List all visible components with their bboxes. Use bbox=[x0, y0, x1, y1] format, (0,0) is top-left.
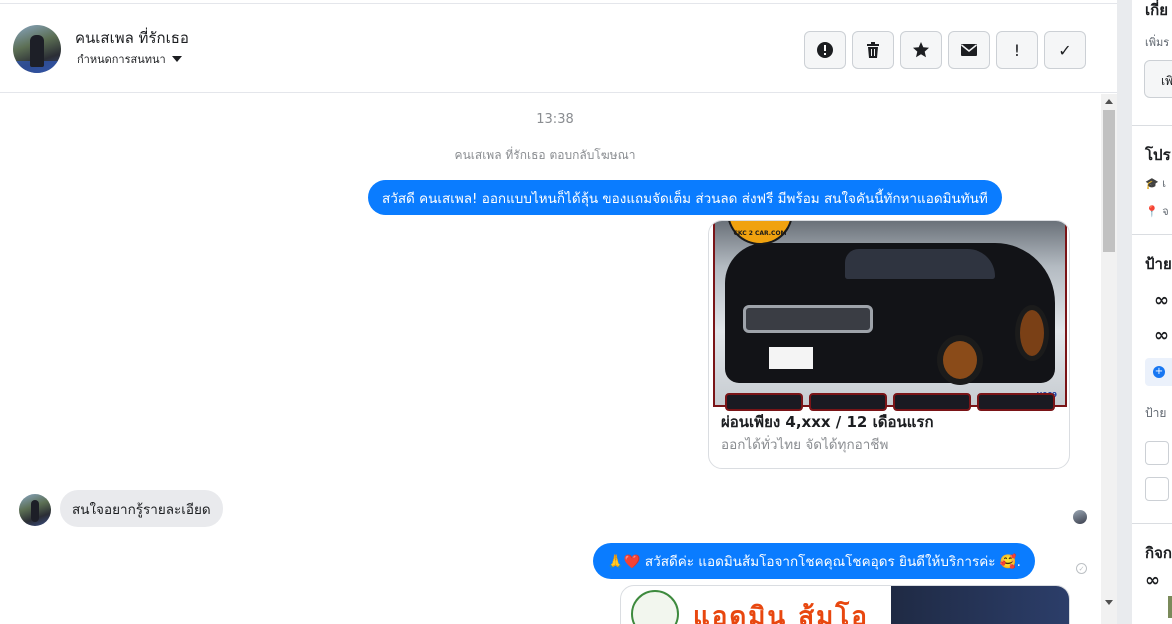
car-image: CKC 2 CAR.COM H069 bbox=[713, 221, 1067, 411]
logo-seal bbox=[631, 590, 679, 624]
star-button[interactable] bbox=[900, 31, 942, 69]
details-section-sub: เพิ่มร bbox=[1145, 36, 1170, 49]
tag-checkbox[interactable] bbox=[1145, 441, 1169, 465]
details-section-title: เกี่ย bbox=[1145, 1, 1168, 19]
location-row: 📍 จ bbox=[1145, 202, 1169, 220]
assign-label: กำหนดการสนทนา bbox=[77, 53, 166, 66]
scroll-up-icon[interactable] bbox=[1105, 99, 1113, 104]
seen-avatar bbox=[1073, 510, 1087, 524]
contact-avatar[interactable] bbox=[13, 25, 61, 73]
important-button[interactable]: ! bbox=[996, 31, 1038, 69]
mark-unread-button[interactable] bbox=[948, 31, 990, 69]
ad-card[interactable]: CKC 2 CAR.COM H069 ผ่อนเพียง 4,xxx / 12 … bbox=[708, 220, 1070, 469]
promo-image-text: แอดมิน ส้มโอ bbox=[693, 602, 869, 624]
scroll-thumb[interactable] bbox=[1103, 110, 1115, 252]
contact-name[interactable]: คนเสเพล ที่รักเธอ bbox=[75, 26, 189, 50]
activity-thumbnail bbox=[1168, 596, 1172, 618]
location-pin-icon: 📍 bbox=[1145, 205, 1159, 218]
outgoing-message[interactable]: 🙏❤️ สวัสดีค่ะ แอดมินส้มโอจากโชคคุณโชคอุด… bbox=[593, 543, 1035, 579]
envelope-icon bbox=[961, 44, 977, 56]
education-row: 🎓 เ bbox=[1145, 174, 1166, 192]
chat-panel: คนเสเพล ที่รักเธอ กำหนดการสนทนา ! ✓ 13:3… bbox=[0, 0, 1117, 624]
plus-circle-icon: + bbox=[1153, 366, 1165, 378]
location-text: จ bbox=[1162, 205, 1169, 218]
add-button-label: เพิ bbox=[1161, 74, 1172, 88]
caret-down-icon bbox=[171, 56, 182, 62]
activity-section-title: กิจก bbox=[1145, 544, 1172, 562]
graduation-cap-icon: 🎓 bbox=[1145, 177, 1159, 190]
details-panel: เกี่ย เพิ่มร เพิ โปร 🎓 เ 📍 จ ป้าย ∞ ∞ + … bbox=[1117, 0, 1172, 624]
activity-item[interactable]: ∞ bbox=[1145, 570, 1160, 591]
message-timestamp: 13:38 bbox=[536, 112, 574, 127]
report-spam-button[interactable] bbox=[804, 31, 846, 69]
scroll-down-icon[interactable] bbox=[1105, 600, 1113, 605]
card-subtitle: ออกได้ทั่วไทย จัดได้ทุกอาชีพ bbox=[721, 437, 889, 453]
tag-checkbox[interactable] bbox=[1145, 477, 1169, 501]
incoming-message[interactable]: สนใจอยากรู้รายละเอียด bbox=[60, 490, 223, 527]
tag-item[interactable]: ∞ bbox=[1154, 290, 1169, 311]
delete-button[interactable] bbox=[852, 31, 894, 69]
dealer-logo: CKC 2 CAR.COM bbox=[727, 221, 793, 245]
card-title: ผ่อนเพียง 4,xxx / 12 เดือนแรก bbox=[721, 413, 934, 431]
add-tag-button[interactable]: + bbox=[1145, 358, 1172, 386]
add-button[interactable]: เพิ bbox=[1144, 60, 1172, 98]
sender-avatar bbox=[19, 494, 51, 526]
education-text: เ bbox=[1162, 177, 1166, 190]
sent-check-icon: ✓ bbox=[1076, 563, 1087, 574]
star-icon bbox=[913, 42, 929, 58]
tags-more-label: ป้าย bbox=[1145, 406, 1167, 420]
thread-scrollbar[interactable] bbox=[1101, 94, 1117, 624]
assign-conversation-dropdown[interactable]: กำหนดการสนทนา bbox=[77, 50, 182, 68]
trash-icon bbox=[867, 42, 879, 58]
mark-done-button[interactable]: ✓ bbox=[1044, 31, 1086, 69]
outgoing-message[interactable]: สวัสดี คนเสเพล! ออกแบบไหนก็ได้ลุ้น ของแถ… bbox=[368, 180, 1002, 215]
tags-section-title: ป้าย bbox=[1145, 255, 1172, 273]
exclamation-circle-icon bbox=[817, 42, 833, 58]
promo-image[interactable]: แอดมิน ส้มโอ bbox=[620, 585, 1070, 624]
tag-item[interactable]: ∞ bbox=[1154, 325, 1169, 346]
ad-reply-note: คนเสเพล ที่รักเธอ ตอบกลับโฆษณา bbox=[454, 148, 636, 162]
profile-section-title: โปร bbox=[1145, 146, 1171, 164]
conversation-header: คนเสเพล ที่รักเธอ กำหนดการสนทนา ! ✓ bbox=[0, 3, 1117, 93]
